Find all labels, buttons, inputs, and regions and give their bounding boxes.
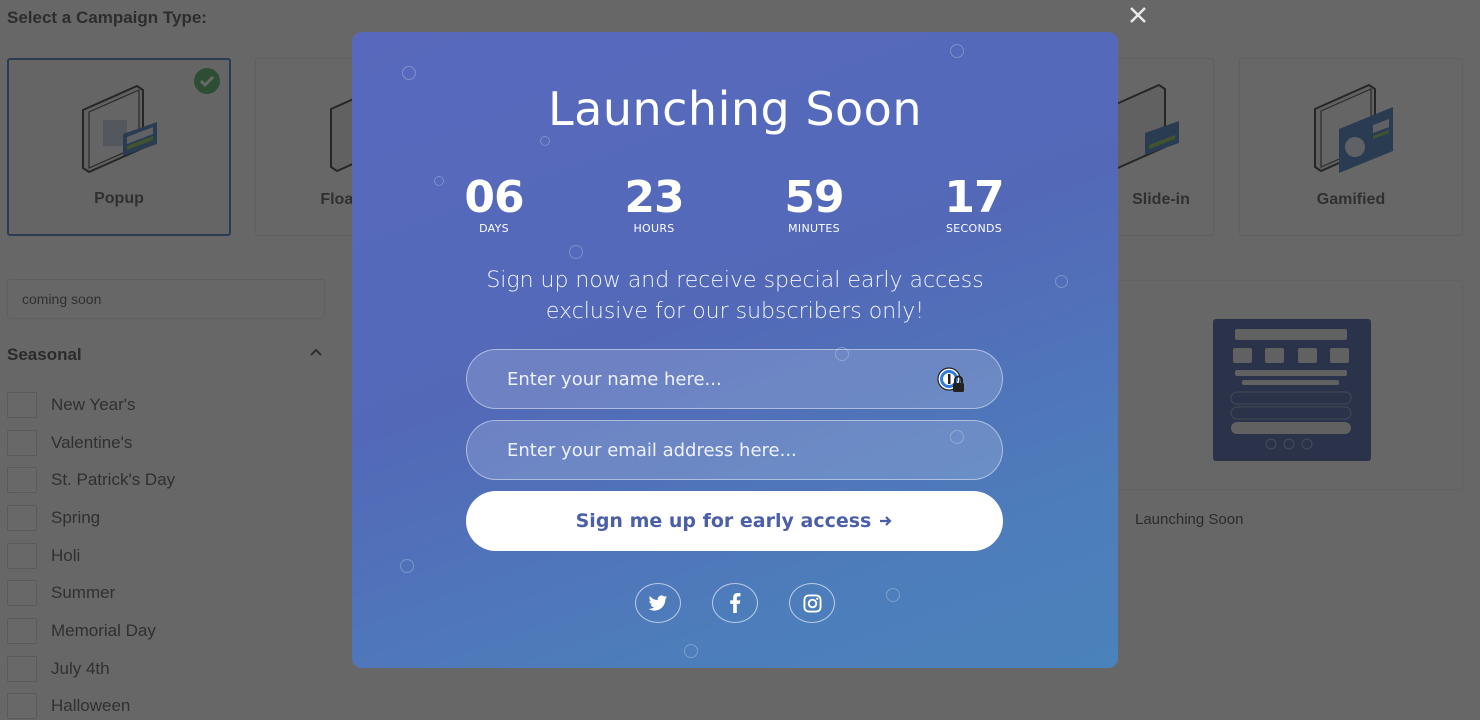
decorative-bubble (400, 559, 414, 573)
decorative-bubble (402, 66, 416, 80)
decorative-bubble (950, 44, 964, 58)
early-access-signup-button[interactable]: Sign me up for early access (466, 491, 1003, 551)
close-preview-icon[interactable] (1126, 3, 1150, 27)
countdown-label: SECONDS (945, 222, 1003, 235)
countdown-value: 17 (944, 172, 1004, 223)
launching-soon-popup-preview: Launching Soon 06 DAYS 23 HOURS 59 MINUT… (352, 32, 1118, 668)
countdown-label: MINUTES (788, 222, 840, 235)
countdown-value: 23 (624, 172, 684, 223)
cta-label: Sign me up for early access (575, 510, 872, 532)
twitter-link[interactable] (635, 583, 681, 623)
name-field[interactable] (466, 349, 1003, 409)
countdown-label: DAYS (479, 222, 509, 235)
twitter-icon (648, 594, 668, 611)
arrow-right-icon (880, 516, 892, 526)
popup-subtitle: Sign up now and receive special early ac… (432, 265, 1038, 327)
countdown-value: 59 (784, 172, 844, 223)
email-input[interactable] (467, 421, 1002, 479)
name-input[interactable] (467, 350, 1002, 408)
popup-subtitle-line: exclusive for our subscribers only! (545, 299, 925, 324)
password-manager-icon[interactable] (936, 366, 966, 394)
popup-title: Launching Soon (548, 82, 922, 136)
countdown-hours: 23 HOURS (604, 172, 704, 236)
decorative-bubble (434, 176, 444, 186)
decorative-bubble (684, 644, 698, 658)
popup-subtitle-line: Sign up now and receive special early ac… (486, 268, 984, 293)
facebook-link[interactable] (712, 583, 758, 623)
countdown-seconds: 17 SECONDS (924, 172, 1024, 236)
decorative-bubble (1055, 275, 1068, 288)
countdown-days: 06 DAYS (444, 172, 544, 236)
countdown-value: 06 (464, 172, 524, 223)
countdown-minutes: 59 MINUTES (764, 172, 864, 236)
instagram-link[interactable] (789, 583, 835, 623)
decorative-bubble (569, 245, 583, 259)
instagram-icon (802, 593, 822, 613)
decorative-bubble (886, 588, 900, 602)
email-field[interactable] (466, 420, 1003, 480)
countdown-timer: 06 DAYS 23 HOURS 59 MINUTES 17 SECONDS (444, 172, 1024, 236)
decorative-bubble (540, 136, 550, 146)
countdown-label: HOURS (633, 222, 675, 235)
facebook-icon (730, 593, 741, 613)
